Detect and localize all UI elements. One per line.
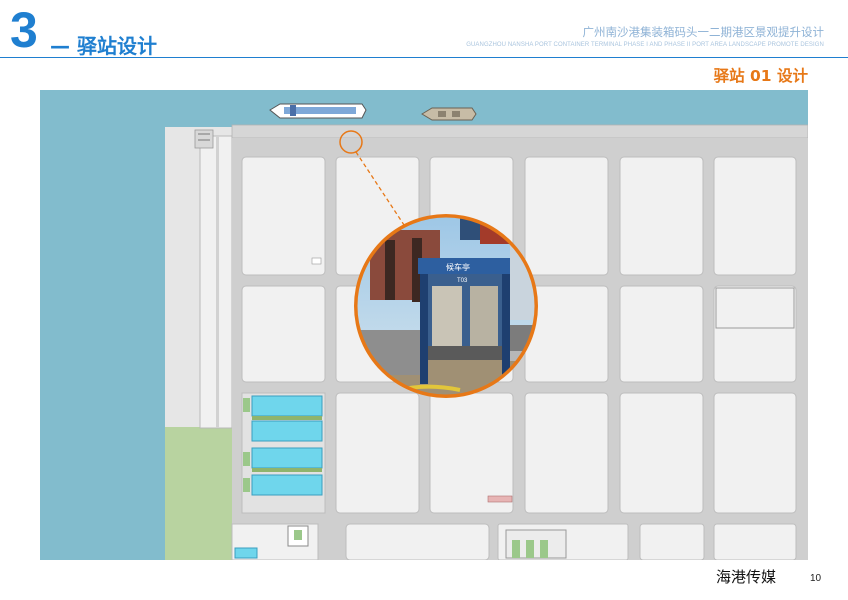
section-title: — 驿站设计 <box>50 34 157 58</box>
project-title-cn: 广州南沙港集装箱码头一二期港区景观提升设计 <box>582 25 825 39</box>
photo-sign-text: 候车亭 <box>446 262 470 272</box>
parking-lots <box>241 392 326 514</box>
photo-sign-code: T03 <box>457 278 468 284</box>
header-divider <box>0 57 848 58</box>
page-subtitle: 驿站 01 设计 <box>713 67 808 85</box>
green-zone <box>165 427 232 560</box>
site-plan-drawing: 候车亭 T03 <box>40 90 808 560</box>
project-title-en: GUANGZHOU NANSHA PORT CONTAINER TERMINAL… <box>466 42 824 48</box>
site-plan-map: 候车亭 T03 <box>40 90 808 560</box>
boat-icon <box>421 107 477 121</box>
brand-label: 海港传媒 <box>716 568 777 586</box>
page-number: 10 <box>810 573 822 584</box>
section-number: 3 <box>10 2 38 58</box>
ship-icon <box>269 103 367 119</box>
